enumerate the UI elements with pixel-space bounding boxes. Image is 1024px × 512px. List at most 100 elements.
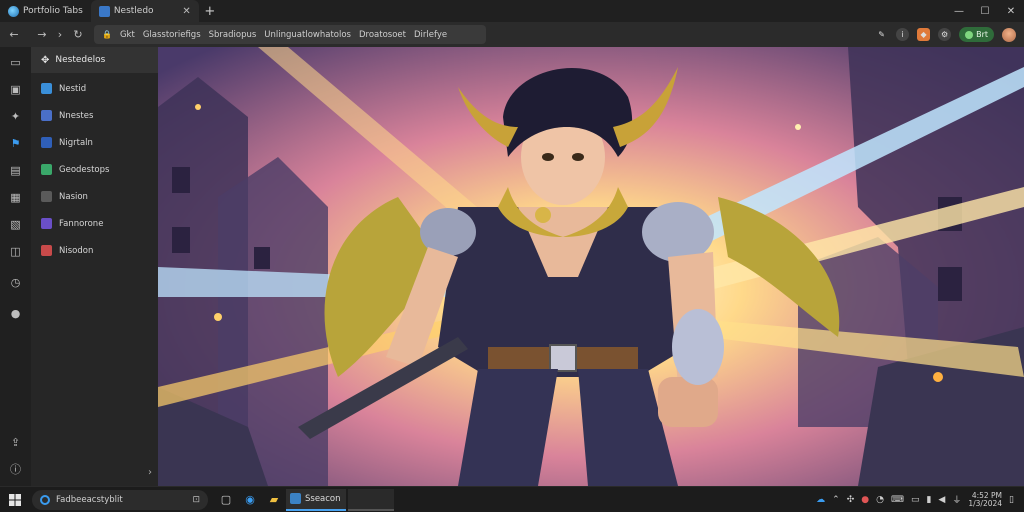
grid-icon [41, 191, 52, 202]
start-button[interactable] [0, 493, 30, 506]
keyboard-icon[interactable]: ⌨ [891, 495, 904, 505]
sidebar-item-label: Nigrtaln [59, 137, 93, 148]
address-segment: Droatosoet [358, 29, 406, 40]
package-icon[interactable]: ◫ [9, 245, 22, 258]
history-icon[interactable]: ◷ [9, 276, 22, 289]
assistant-icon [40, 494, 50, 505]
system-tray: ☁ ⌃ ✣ ● ◔ ⌨ ▭ ▮ ◀ ⏚ 4:52 PM 1/3/2024 ▯ [816, 491, 1024, 508]
map-icon [41, 164, 52, 175]
camera-icon[interactable]: ⊡ [192, 495, 200, 505]
mail-icon [41, 245, 52, 256]
sidebar-item[interactable]: Nigrtaln [41, 137, 93, 148]
side-panel: ✥ Nestedelos Nestid Nnestes Nigrtaln Geo… [31, 47, 158, 486]
side-panel-header: ✥ Nestedelos [31, 47, 158, 73]
icon-rail: ▭ ▣ ✦ ⚑ ▤ ▦ ▧ ◫ ◷ ● ⇪ ⓘ [0, 47, 31, 486]
close-tab-icon[interactable]: ✕ [182, 6, 190, 17]
clock-date: 1/3/2024 [968, 498, 1003, 508]
taskbar-active-app-label: Sseacon [305, 493, 341, 504]
sidebar-item[interactable]: Nnestes [41, 110, 93, 121]
profile-pill-label: Brt [976, 30, 988, 39]
chevron-right-icon[interactable]: › [148, 467, 152, 478]
sidebar-item-label: Nestid [59, 83, 87, 94]
forward-alt-icon[interactable]: › [50, 28, 70, 41]
taskbar-active-app[interactable]: Sseacon [286, 488, 346, 511]
share-icon[interactable]: ⇪ [9, 436, 22, 449]
tabs-icon[interactable]: ▭ [9, 56, 22, 69]
tab-portfolio[interactable]: Portfolio Tabs [0, 0, 91, 22]
hero-illustration [158, 47, 1024, 486]
notification-icon[interactable]: ▯ [1009, 495, 1014, 505]
minimize-icon[interactable]: — [946, 0, 972, 22]
extension-icon[interactable]: ◆ [917, 28, 931, 41]
arrow-icon [41, 218, 52, 229]
tools-icon[interactable]: ✦ [9, 110, 22, 123]
avatar[interactable] [1002, 27, 1016, 42]
refresh-icon[interactable]: ↻ [68, 28, 88, 41]
image-icon[interactable]: ▣ [9, 83, 22, 96]
help-icon[interactable]: ⓘ [9, 462, 22, 476]
navigation-bar: ← → › ↻ 🔒 Gkt Glasstoriefigs Sbradiopus … [0, 22, 1024, 47]
pin-icon[interactable]: ✥ [41, 55, 49, 66]
display-icon[interactable]: ▭ [911, 495, 920, 505]
sidebar-item[interactable]: Nasion [41, 191, 88, 202]
app-icon [290, 493, 301, 504]
back-icon[interactable]: ← [4, 28, 24, 41]
side-panel-title: Nestedelos [55, 55, 106, 65]
terminal-icon[interactable]: ▧ [9, 218, 22, 231]
sidebar-item[interactable]: Geodestops [41, 164, 109, 175]
profile-pill[interactable]: Brt [959, 27, 994, 42]
taskbar: Fadbeeacstyblit ⊡ ▢ ◉ ▰ Sseacon ☁ ⌃ ✣ ● … [0, 486, 1024, 512]
sidebar-item-label: Fannorone [59, 218, 104, 229]
node-icon [41, 110, 52, 121]
forward-icon[interactable]: → [32, 28, 52, 41]
window-controls: — ☐ ✕ [946, 0, 1024, 22]
tab-strip: Portfolio Tabs Nestledo ✕ + — ☐ ✕ [0, 0, 1024, 22]
settings-icon[interactable]: ⚙ [938, 28, 952, 41]
share-tray-icon[interactable]: ✣ [847, 495, 855, 505]
volume-icon[interactable]: ◀ [938, 495, 945, 505]
sidebar-item[interactable]: Nisodon [41, 245, 93, 256]
status-dot-icon [965, 30, 974, 39]
close-window-icon[interactable]: ✕ [998, 0, 1024, 22]
maximize-icon[interactable]: ☐ [972, 0, 998, 22]
globe-icon[interactable]: ● [9, 307, 22, 320]
pen-icon[interactable]: ✎ [875, 28, 888, 41]
wifi-icon[interactable]: ◔ [876, 495, 884, 505]
task-view-icon[interactable]: ▢ [214, 489, 238, 511]
address-segment: Glasstoriefigs [142, 29, 201, 40]
address-segment: Sbradiopus [208, 29, 257, 40]
taskbar-search[interactable]: Fadbeeacstyblit ⊡ [32, 489, 208, 510]
folder-app-icon[interactable]: ▰ [262, 489, 286, 511]
sidebar-item-label: Nnestes [59, 110, 94, 121]
address-segment: Dirlefye [413, 29, 448, 40]
lock-icon: 🔒 [102, 30, 112, 39]
sidebar-item-label: Geodestops [59, 164, 110, 175]
notes-icon[interactable]: ▦ [9, 191, 22, 204]
windows-logo-icon [9, 493, 21, 506]
new-tab-button[interactable]: + [199, 4, 221, 19]
chevron-up-icon[interactable]: ⌃ [832, 495, 840, 505]
document-icon[interactable]: ▤ [9, 164, 22, 177]
antivirus-icon[interactable]: ● [861, 495, 869, 505]
info-icon[interactable]: i [896, 28, 910, 41]
page-icon [98, 5, 110, 17]
tab-label: Nestledo [113, 6, 154, 16]
clock[interactable]: 4:52 PM 1/3/2024 [968, 491, 1003, 508]
cloud-icon[interactable]: ☁ [816, 495, 825, 505]
sidebar-item-label: Nisodon [59, 245, 94, 256]
network-icon[interactable]: ⏚ [952, 493, 961, 506]
main-content [158, 47, 1024, 486]
edge-icon[interactable]: ◉ [238, 489, 262, 511]
taskbar-app-slot[interactable] [348, 488, 394, 511]
flag-icon[interactable]: ⚑ [9, 137, 22, 150]
tab-label: Portfolio Tabs [23, 6, 83, 16]
browser-logo-icon [8, 5, 19, 17]
address-segment: Gkt [119, 29, 135, 40]
folder-icon [41, 83, 52, 94]
address-segment: Unlinguatlowhatolos [264, 29, 351, 40]
sidebar-item[interactable]: Nestid [41, 83, 86, 94]
battery-icon[interactable]: ▮ [926, 495, 931, 505]
tab-active[interactable]: Nestledo ✕ [90, 0, 199, 22]
address-bar[interactable]: 🔒 Gkt Glasstoriefigs Sbradiopus Unlingua… [94, 25, 486, 44]
sidebar-item[interactable]: Fannorone [41, 218, 103, 229]
